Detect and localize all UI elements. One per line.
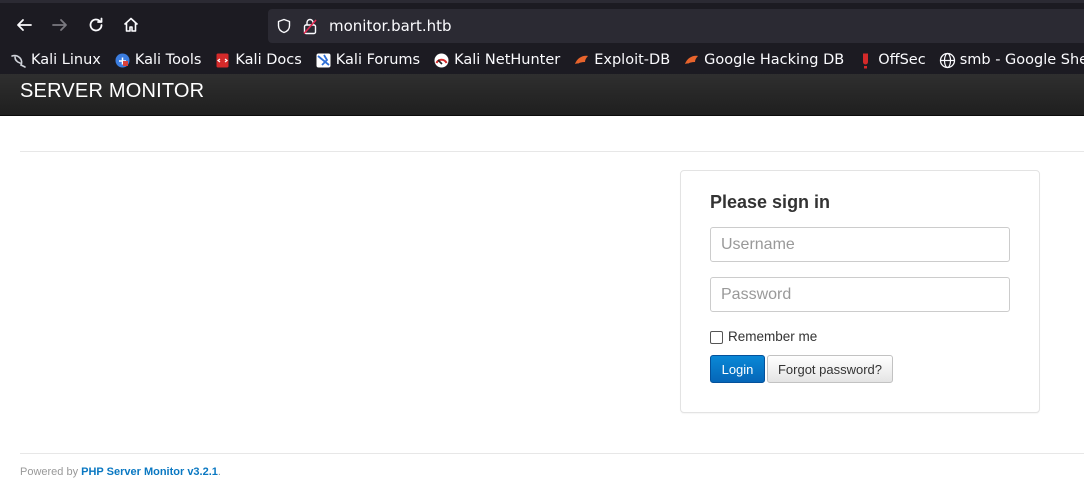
bookmark-label: Kali NetHunter xyxy=(454,52,561,68)
bookmark-google-hacking-db[interactable]: Google Hacking DB xyxy=(683,52,844,69)
kali-forums-icon xyxy=(316,53,331,67)
bookmark-exploit-db[interactable]: Exploit-DB xyxy=(573,52,670,69)
brand-link[interactable]: SERVER MONITOR xyxy=(20,80,204,103)
kali-dragon-icon xyxy=(11,54,26,68)
bookmark-kali-nethunter[interactable]: Kali NetHunter xyxy=(433,52,560,69)
username-input[interactable] xyxy=(710,227,1010,262)
bookmark-label: Kali Tools xyxy=(134,52,202,68)
kali-tools-icon xyxy=(115,53,130,67)
shield-icon[interactable] xyxy=(276,18,292,34)
bookmark-label: Kali Docs xyxy=(235,52,302,68)
back-button[interactable] xyxy=(12,13,36,37)
bookmark-label: Google Hacking DB xyxy=(704,52,845,68)
password-input[interactable] xyxy=(710,277,1010,312)
back-arrow-icon xyxy=(17,19,32,31)
bookmark-kali-linux[interactable]: Kali Linux xyxy=(10,52,101,69)
login-button[interactable]: Login xyxy=(710,355,765,383)
url-bar[interactable]: monitor.bart.htb xyxy=(268,9,1084,43)
forward-button[interactable] xyxy=(48,13,72,37)
footer-suffix: . xyxy=(217,466,221,478)
bookmarks-bar: Kali Linux Kali Tools Kali Docs Kali For… xyxy=(0,46,1084,74)
forgot-password-button[interactable]: Forgot password? xyxy=(767,355,893,383)
remember-me-row: Remember me xyxy=(710,328,817,344)
bookmark-label: Kali Forums xyxy=(335,52,421,68)
bookmark-label: Exploit-DB xyxy=(594,52,671,68)
bookmark-label: OffSec xyxy=(878,52,926,68)
url-text[interactable]: monitor.bart.htb xyxy=(329,17,452,35)
home-icon xyxy=(123,17,139,32)
forward-arrow-icon xyxy=(52,19,67,31)
bookmark-label: Kali Linux xyxy=(31,52,101,68)
login-form: Please sign in Remember me Login Forgot … xyxy=(680,170,1040,413)
bookmark-label: smb - Google Sheets xyxy=(959,52,1084,68)
divider xyxy=(20,453,1084,454)
ghdb-icon xyxy=(685,55,699,64)
lock-icon[interactable] xyxy=(302,17,318,35)
offsec-icon xyxy=(863,53,869,68)
signin-heading: Please sign in xyxy=(710,192,831,212)
home-button[interactable] xyxy=(119,13,143,37)
bookmark-offsec[interactable]: OffSec xyxy=(857,52,926,69)
bookmark-kali-tools[interactable]: Kali Tools xyxy=(114,52,202,69)
kali-docs-icon xyxy=(216,53,229,67)
nethunter-icon xyxy=(434,53,449,67)
footer-link[interactable]: PHP Server Monitor v3.2.1 xyxy=(81,466,218,478)
remember-me-checkbox[interactable] xyxy=(710,331,723,344)
remember-me-label[interactable]: Remember me xyxy=(728,329,817,344)
reload-icon xyxy=(89,17,103,32)
globe-icon xyxy=(939,52,955,68)
bookmark-kali-docs[interactable]: Kali Docs xyxy=(214,52,302,69)
reload-button[interactable] xyxy=(84,13,108,37)
footer: Powered by PHP Server Monitor v3.2.1. xyxy=(20,466,221,478)
app-navbar: SERVER MONITOR xyxy=(0,74,1084,116)
browser-toolbar: monitor.bart.htb xyxy=(0,0,1084,46)
exploit-db-icon xyxy=(575,55,589,64)
footer-prefix: Powered by xyxy=(20,466,82,478)
divider xyxy=(20,151,1084,152)
bookmark-kali-forums[interactable]: Kali Forums xyxy=(315,52,420,69)
bookmark-smb-google-sheets[interactable]: smb - Google Sheets xyxy=(939,52,1084,69)
